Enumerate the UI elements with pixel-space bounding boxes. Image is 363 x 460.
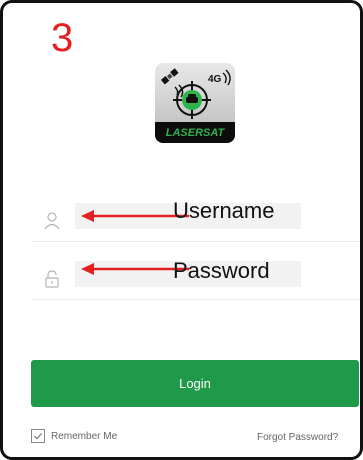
user-icon bbox=[43, 211, 61, 231]
login-button[interactable]: Login bbox=[31, 360, 359, 407]
remember-me-checkbox[interactable] bbox=[31, 429, 45, 443]
screenshot-frame: 3 4G LASERSAT Username Password Login Re… bbox=[0, 0, 363, 460]
lock-icon bbox=[43, 269, 61, 289]
password-annotation-label: Password bbox=[173, 258, 270, 283]
svg-text:LASERSAT: LASERSAT bbox=[166, 127, 226, 139]
password-field[interactable]: Password bbox=[31, 258, 359, 300]
remember-me-label: Remember Me bbox=[51, 430, 118, 442]
username-annotation-label: Username bbox=[173, 198, 275, 223]
username-field[interactable]: Username bbox=[31, 198, 359, 242]
svg-text:4G: 4G bbox=[208, 74, 222, 85]
remember-me-toggle[interactable]: Remember Me bbox=[31, 429, 117, 443]
app-logo: 4G LASERSAT bbox=[155, 63, 235, 143]
checkmark-icon bbox=[34, 433, 42, 440]
forgot-password-link[interactable]: Forgot Password? bbox=[257, 432, 338, 443]
step-number: 3 bbox=[51, 16, 74, 60]
lasersat-logo-icon: 4G LASERSAT bbox=[155, 63, 235, 143]
